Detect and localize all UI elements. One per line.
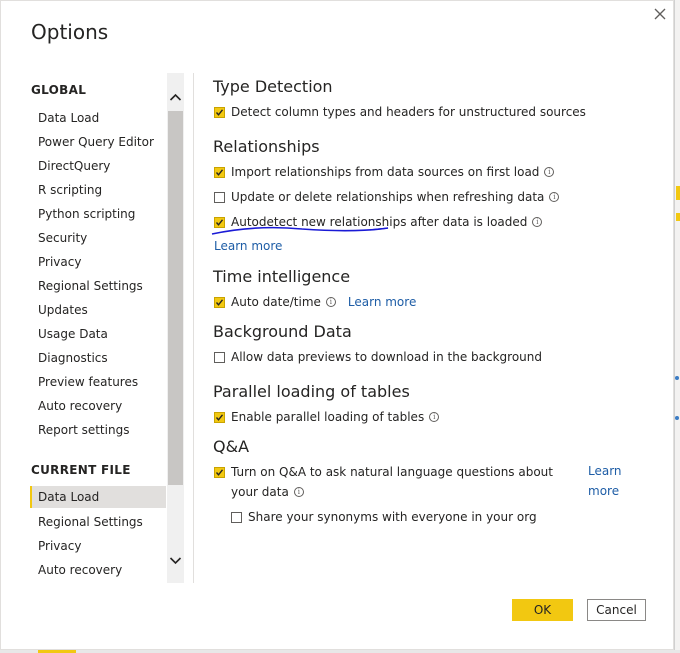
- nav-item-r-scripting[interactable]: R scripting: [30, 179, 166, 201]
- checkmark-icon: [215, 298, 224, 306]
- checkbox-unchecked[interactable]: [231, 511, 242, 523]
- info-icon[interactable]: i: [429, 412, 440, 422]
- option-label: Allow data previews to download in the b…: [231, 350, 542, 364]
- nav-item-directquery[interactable]: DirectQuery: [30, 155, 166, 177]
- checkbox-unchecked[interactable]: [214, 191, 225, 203]
- section-heading-qa: Q&A: [213, 437, 250, 456]
- section-heading-type-detection: Type Detection: [213, 77, 333, 96]
- checkbox-checked[interactable]: [214, 411, 225, 423]
- time-intelligence-learn-more-link[interactable]: Learn more: [348, 295, 416, 309]
- checkmark-icon: [215, 108, 224, 116]
- chevron-down-icon: [169, 557, 182, 565]
- chevron-up-icon: [169, 93, 182, 101]
- ok-button[interactable]: OK: [512, 599, 573, 621]
- section-heading-time-intelligence: Time intelligence: [213, 267, 351, 286]
- nav-item-regional-settings[interactable]: Regional Settings: [30, 275, 166, 297]
- section-heading-parallel-loading: Parallel loading of tables: [213, 382, 410, 401]
- nav-item-privacy[interactable]: Privacy: [30, 251, 166, 273]
- nav-item-security[interactable]: Security: [30, 227, 166, 249]
- nav-item-usage-data[interactable]: Usage Data: [30, 323, 166, 345]
- info-icon[interactable]: i: [532, 217, 543, 227]
- qa-learn-more-link-line2[interactable]: more: [588, 484, 619, 498]
- info-icon[interactable]: i: [325, 297, 336, 307]
- checkmark-icon: [215, 168, 224, 176]
- nav-item-data-load[interactable]: Data Load: [30, 107, 166, 129]
- option-enable-parallel-loading[interactable]: Enable parallel loading of tables i: [214, 409, 440, 425]
- nav-header-current-file: CURRENT FILE: [31, 463, 131, 477]
- checkmark-icon: [215, 218, 224, 226]
- background-yellow-mark: [676, 186, 680, 200]
- checkbox-checked[interactable]: [214, 166, 225, 178]
- background-blue-dot: [675, 416, 679, 420]
- close-icon: [654, 8, 666, 20]
- nav-item-current-privacy[interactable]: Privacy: [30, 535, 166, 557]
- nav-scrollbar[interactable]: [167, 73, 184, 583]
- option-label: Share your synonyms with everyone in you…: [248, 510, 537, 524]
- nav-item-report-settings[interactable]: Report settings: [30, 419, 166, 441]
- option-allow-data-previews[interactable]: Allow data previews to download in the b…: [214, 349, 542, 365]
- option-label: Detect column types and headers for unst…: [231, 105, 586, 119]
- scroll-up-button[interactable]: [167, 89, 184, 105]
- close-button[interactable]: [652, 6, 668, 22]
- option-auto-date-time[interactable]: Auto date/time i Learn more: [214, 294, 416, 310]
- nav-item-auto-recovery[interactable]: Auto recovery: [30, 395, 166, 417]
- option-turn-on-qa[interactable]: Turn on Q&A to ask natural language ques…: [214, 464, 553, 480]
- option-update-relationships[interactable]: Update or delete relationships when refr…: [214, 189, 560, 205]
- checkbox-checked[interactable]: [214, 216, 225, 228]
- relationships-learn-more-link[interactable]: Learn more: [214, 239, 282, 253]
- option-turn-on-qa-line2: your data i: [231, 484, 304, 500]
- scroll-down-button[interactable]: [167, 553, 184, 569]
- checkmark-icon: [215, 468, 224, 476]
- option-autodetect-relationships[interactable]: Autodetect new relationships after data …: [214, 214, 543, 230]
- option-detect-column-types[interactable]: Detect column types and headers for unst…: [214, 104, 586, 120]
- nav-item-power-query-editor[interactable]: Power Query Editor: [30, 131, 166, 153]
- option-label: Update or delete relationships when refr…: [231, 190, 545, 204]
- checkbox-checked[interactable]: [214, 106, 225, 118]
- checkbox-unchecked[interactable]: [214, 351, 225, 363]
- nav-divider: [193, 73, 194, 583]
- checkbox-checked[interactable]: [214, 466, 225, 478]
- info-icon[interactable]: i: [293, 487, 304, 497]
- nav-item-current-regional-settings[interactable]: Regional Settings: [30, 511, 166, 533]
- info-icon[interactable]: i: [549, 192, 560, 202]
- nav-item-diagnostics[interactable]: Diagnostics: [30, 347, 166, 369]
- nav-item-updates[interactable]: Updates: [30, 299, 166, 321]
- option-label: Auto date/time: [231, 295, 321, 309]
- option-label: your data: [231, 485, 289, 499]
- info-icon[interactable]: i: [544, 167, 555, 177]
- checkbox-checked[interactable]: [214, 296, 225, 308]
- background-blue-dot: [675, 376, 679, 380]
- cancel-button[interactable]: Cancel: [587, 599, 646, 621]
- section-heading-background-data: Background Data: [213, 322, 352, 341]
- nav-item-current-auto-recovery[interactable]: Auto recovery: [30, 559, 166, 581]
- option-label: Turn on Q&A to ask natural language ques…: [231, 465, 553, 479]
- dialog-title: Options: [31, 20, 109, 44]
- nav-item-python-scripting[interactable]: Python scripting: [30, 203, 166, 225]
- option-share-synonyms[interactable]: Share your synonyms with everyone in you…: [231, 509, 537, 525]
- qa-learn-more-link[interactable]: Learn: [588, 464, 622, 478]
- background-window-edge: [674, 0, 680, 653]
- option-label: Import relationships from data sources o…: [231, 165, 540, 179]
- option-label: Autodetect new relationships after data …: [231, 215, 528, 229]
- nav-item-current-data-load[interactable]: Data Load: [30, 486, 166, 508]
- checkmark-icon: [215, 413, 224, 421]
- option-import-relationships[interactable]: Import relationships from data sources o…: [214, 164, 555, 180]
- nav-item-preview-features[interactable]: Preview features: [30, 371, 166, 393]
- section-heading-relationships: Relationships: [213, 137, 320, 156]
- background-yellow-mark: [676, 213, 680, 221]
- options-nav: GLOBAL Data Load Power Query Editor Dire…: [30, 73, 167, 583]
- scroll-thumb[interactable]: [168, 111, 183, 485]
- option-label: Enable parallel loading of tables: [231, 410, 425, 424]
- nav-header-global: GLOBAL: [31, 83, 87, 97]
